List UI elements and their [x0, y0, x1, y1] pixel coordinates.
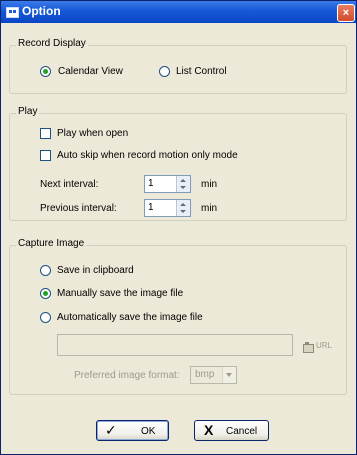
previous-interval-label: Previous interval:	[40, 203, 117, 214]
list-control-label[interactable]: List Control	[176, 66, 227, 77]
auto-save-radio[interactable]	[40, 312, 51, 323]
spin-up-icon[interactable]	[180, 179, 186, 182]
record-display-group: Record Display Calendar View List Contro…	[9, 38, 347, 94]
close-button[interactable]: ×	[337, 4, 355, 22]
folder-icon[interactable]	[303, 342, 314, 353]
manual-save-radio[interactable]	[40, 288, 51, 299]
spinner-buttons[interactable]	[176, 176, 190, 192]
auto-save-label[interactable]: Automatically save the image file	[57, 312, 203, 323]
manual-save-label[interactable]: Manually save the image file	[57, 288, 183, 299]
previous-interval-spinner[interactable]: 1	[144, 199, 191, 217]
x-icon: X	[204, 422, 214, 438]
auto-skip-checkbox[interactable]	[40, 150, 51, 161]
checkmark-icon: ✓	[105, 422, 117, 438]
calendar-view-radio[interactable]	[40, 66, 51, 77]
play-when-open-label[interactable]: Play when open	[57, 128, 128, 139]
image-format-label: Preferred image format:	[74, 370, 180, 381]
image-format-value[interactable]: bmp	[195, 369, 214, 380]
previous-interval-unit: min	[201, 203, 218, 214]
capture-image-legend: Capture Image	[16, 238, 87, 249]
previous-interval-value[interactable]: 1	[148, 202, 154, 213]
next-interval-value[interactable]: 1	[148, 178, 154, 189]
cancel-label: Cancel	[226, 426, 258, 437]
spin-down-icon[interactable]	[180, 186, 186, 189]
spinner-buttons[interactable]	[176, 200, 190, 216]
play-group: Play Play when open Auto skip when recor…	[9, 106, 347, 221]
next-interval-unit: min	[201, 179, 218, 190]
capture-image-group: Capture Image Save in clipboard Manually…	[9, 238, 347, 395]
spin-up-icon[interactable]	[180, 203, 186, 206]
cancel-button[interactable]: X Cancel	[194, 420, 269, 441]
next-interval-label: Next interval:	[40, 179, 99, 190]
ok-button[interactable]: ✓ OK	[96, 420, 169, 441]
spin-down-icon[interactable]	[180, 210, 186, 213]
list-control-radio[interactable]	[159, 66, 170, 77]
play-when-open-checkbox[interactable]	[40, 128, 51, 139]
browse-url-label[interactable]: URL	[316, 341, 332, 350]
save-clipboard-radio[interactable]	[40, 265, 51, 276]
save-clipboard-label[interactable]: Save in clipboard	[57, 265, 134, 276]
record-display-legend: Record Display	[16, 38, 88, 49]
titlebar[interactable]: Option ×	[1, 1, 356, 23]
play-legend: Play	[16, 106, 40, 117]
chevron-down-icon[interactable]	[222, 367, 236, 383]
next-interval-spinner[interactable]: 1	[144, 175, 191, 193]
ok-label: OK	[141, 426, 156, 437]
image-format-select[interactable]: bmp	[190, 366, 237, 384]
app-icon	[6, 7, 19, 18]
save-path-input[interactable]	[57, 334, 293, 356]
auto-skip-label[interactable]: Auto skip when record motion only mode	[57, 150, 238, 161]
option-dialog: Option × Record Display Calendar View Li…	[0, 0, 357, 455]
calendar-view-label[interactable]: Calendar View	[58, 66, 123, 77]
window-title: Option	[22, 4, 61, 18]
